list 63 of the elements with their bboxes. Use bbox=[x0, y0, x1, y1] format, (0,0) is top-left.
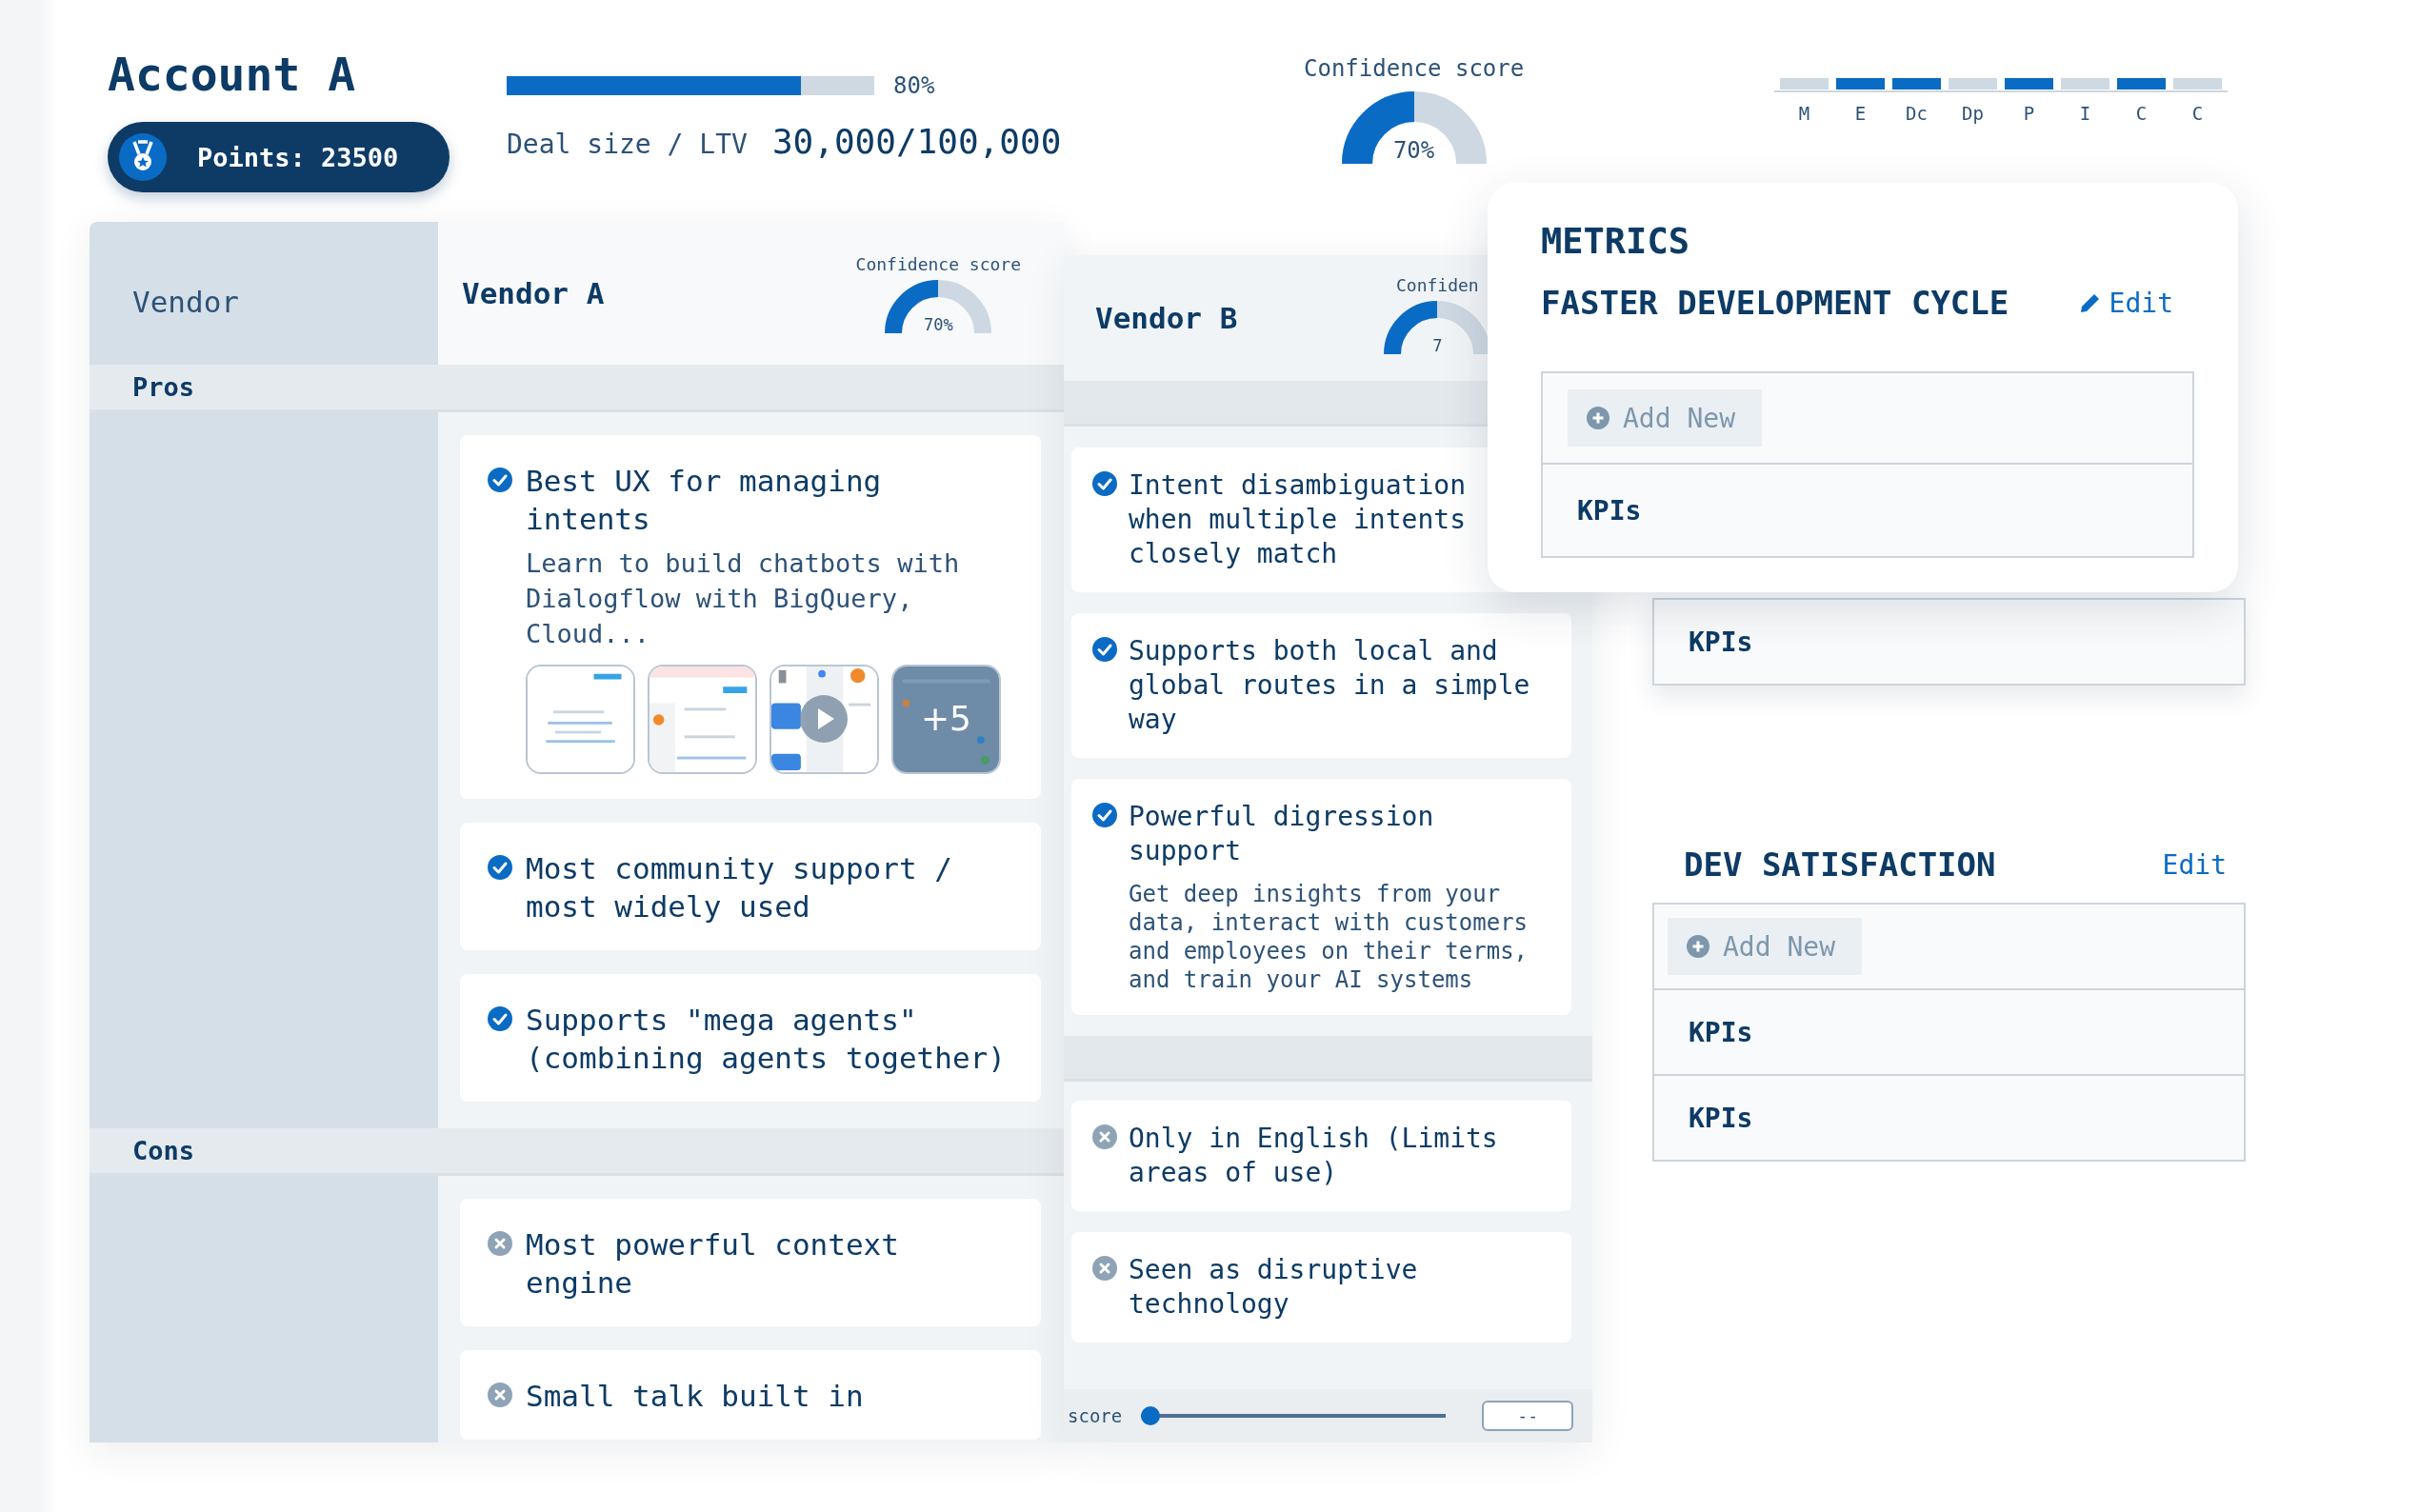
gauge-label: Confidence score bbox=[855, 253, 1021, 274]
kpi-label: KPIs bbox=[1689, 1016, 1753, 1048]
item-title: Supports "mega agents" (combining agents together) bbox=[526, 1002, 1007, 1077]
row-header: Vendor bbox=[131, 284, 240, 321]
play-icon[interactable] bbox=[800, 695, 848, 743]
kpi-label: KPIs bbox=[1689, 1102, 1753, 1134]
x-circle-icon bbox=[1092, 1256, 1117, 1281]
score-field[interactable]: -- bbox=[1482, 1401, 1574, 1431]
edit-link[interactable]: Edit bbox=[2162, 848, 2227, 881]
check-icon bbox=[1092, 803, 1117, 827]
item-title: Only in English (Limits areas of use) bbox=[1129, 1122, 1499, 1190]
account-title: Account A bbox=[108, 48, 357, 101]
stage-label: Dp bbox=[1962, 103, 1984, 124]
stage-label: P bbox=[2023, 103, 2035, 124]
stage-label: M bbox=[1798, 103, 1810, 124]
plus-circle-icon bbox=[1587, 407, 1609, 429]
stage-label: C bbox=[2135, 103, 2148, 124]
section-label: Cons bbox=[132, 1136, 195, 1165]
edit-link[interactable]: Edit bbox=[2078, 287, 2173, 319]
kpi-label: KPIs bbox=[1689, 626, 1753, 658]
x-circle-icon bbox=[488, 1231, 512, 1256]
item-title: Most community support / most widely used bbox=[526, 850, 953, 925]
item-description: Get deep insights from your data, interact with customers and employees on their terms, and train your AI systems bbox=[1129, 880, 1529, 994]
item-title: Supports both local and global routes in a simple way bbox=[1129, 634, 1531, 737]
x-circle-icon bbox=[1092, 1124, 1117, 1149]
stage-label: Dc bbox=[1906, 103, 1928, 124]
item-title: Most powerful context engine bbox=[526, 1226, 900, 1302]
section-label: Pros bbox=[132, 372, 195, 402]
x-circle-icon bbox=[488, 1383, 512, 1407]
stage-label: C bbox=[2191, 103, 2204, 124]
gauge-value: 70% bbox=[922, 316, 954, 333]
item-description: Learn to build chatbots with Dialogflow with BigQuery, Cloud... bbox=[526, 547, 961, 650]
gauge-label: Confidence score bbox=[1304, 55, 1525, 82]
kpi-label: KPIs bbox=[1577, 494, 1642, 527]
metrics-title: METRICS bbox=[1541, 220, 1690, 264]
gauge-value: 70% bbox=[1391, 139, 1436, 162]
score-label: score bbox=[1068, 1405, 1123, 1426]
plus-circle-icon bbox=[1687, 935, 1709, 958]
pencil-icon bbox=[2078, 291, 2102, 314]
check-icon bbox=[1092, 637, 1117, 662]
points-text: Points: 23500 bbox=[197, 142, 399, 172]
deal-label: Deal size / LTV bbox=[507, 129, 748, 160]
stage-label: E bbox=[1854, 103, 1867, 124]
check-icon bbox=[488, 1006, 512, 1031]
slider-thumb[interactable] bbox=[1141, 1406, 1161, 1425]
check-icon bbox=[488, 855, 512, 880]
progress-percent: 80% bbox=[893, 72, 935, 99]
stage-label: I bbox=[2079, 103, 2091, 124]
item-title: Seen as disruptive technology bbox=[1129, 1253, 1419, 1322]
medal-icon bbox=[119, 133, 167, 181]
vendor-name: Vendor B bbox=[1095, 301, 1238, 335]
item-title: Small talk built in bbox=[526, 1378, 865, 1415]
gauge-value: 7 bbox=[1431, 337, 1444, 354]
metric-title: FASTER DEVELOPMENT CYCLE bbox=[1541, 284, 2009, 322]
item-title: Powerful digression support bbox=[1129, 800, 1435, 868]
metric-title: DEV SATISFACTION bbox=[1684, 846, 1996, 884]
item-title: Best UX for managing intents bbox=[526, 463, 883, 538]
vendor-name: Vendor A bbox=[462, 276, 605, 310]
gauge-label: Confiden bbox=[1395, 274, 1479, 295]
check-icon bbox=[1092, 471, 1117, 496]
item-title: Intent disambiguation when multiple intents closely match bbox=[1129, 468, 1467, 571]
check-icon bbox=[488, 468, 512, 492]
deal-value: 30,000/100,000 bbox=[771, 122, 1062, 161]
